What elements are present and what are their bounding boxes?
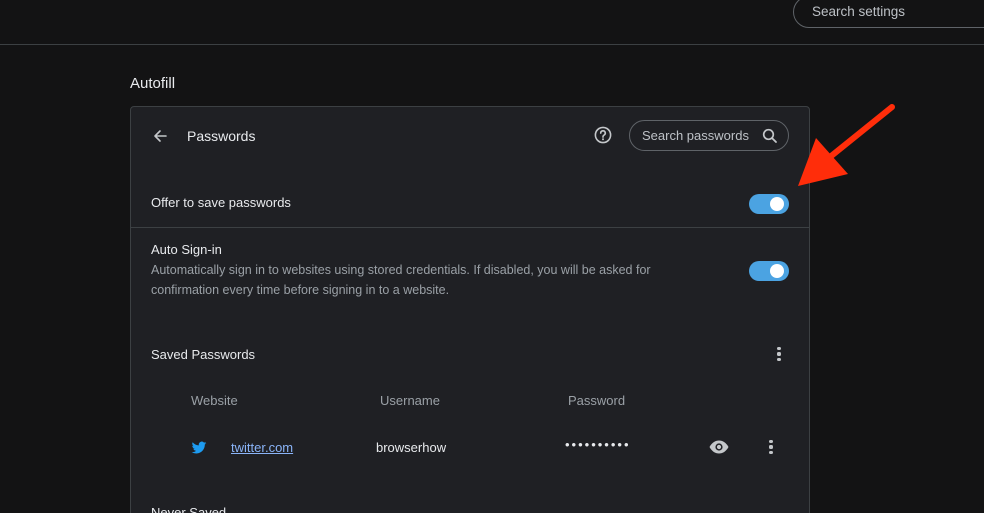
offer-to-save-label: Offer to save passwords <box>151 195 291 210</box>
never-saved-title: Never Saved <box>151 505 227 513</box>
divider <box>131 227 809 228</box>
search-passwords-field[interactable] <box>629 120 789 151</box>
column-header-username: Username <box>380 393 440 408</box>
username-value: browserhow <box>376 440 447 455</box>
show-password-eye-icon[interactable] <box>708 437 730 457</box>
top-bar <box>0 0 984 45</box>
saved-password-row: twitter.com browserhow •••••••••• <box>131 425 809 469</box>
auto-signin-label: Auto Sign-in <box>151 242 222 257</box>
offer-to-save-toggle[interactable] <box>749 194 789 214</box>
section-title: Autofill <box>130 75 176 92</box>
auto-signin-description-line-1: Automatically sign in to websites using … <box>151 263 651 277</box>
auto-signin-description-line-2: confirmation every time before signing i… <box>151 283 450 297</box>
passwords-card: Passwords Offer to save passwords Auto S… <box>130 106 810 513</box>
column-header-website: Website <box>191 393 238 408</box>
search-icon[interactable] <box>762 128 778 144</box>
search-settings-field[interactable] <box>793 0 984 28</box>
back-arrow-icon[interactable] <box>149 125 171 147</box>
auto-signin-toggle[interactable] <box>749 261 789 281</box>
search-settings-input[interactable] <box>812 4 982 19</box>
help-icon[interactable] <box>593 125 613 145</box>
twitter-bird-icon <box>191 440 207 456</box>
search-passwords-input[interactable] <box>642 128 760 143</box>
website-link[interactable]: twitter.com <box>231 440 293 455</box>
page-title: Passwords <box>187 128 256 144</box>
password-masked-value: •••••••••• <box>565 437 631 452</box>
toggle-knob <box>770 197 784 211</box>
column-header-password: Password <box>568 393 626 408</box>
password-entry-more-icon[interactable] <box>761 437 781 457</box>
toggle-knob <box>770 264 784 278</box>
saved-passwords-title: Saved Passwords <box>151 347 256 362</box>
saved-passwords-more-icon[interactable] <box>769 344 789 364</box>
